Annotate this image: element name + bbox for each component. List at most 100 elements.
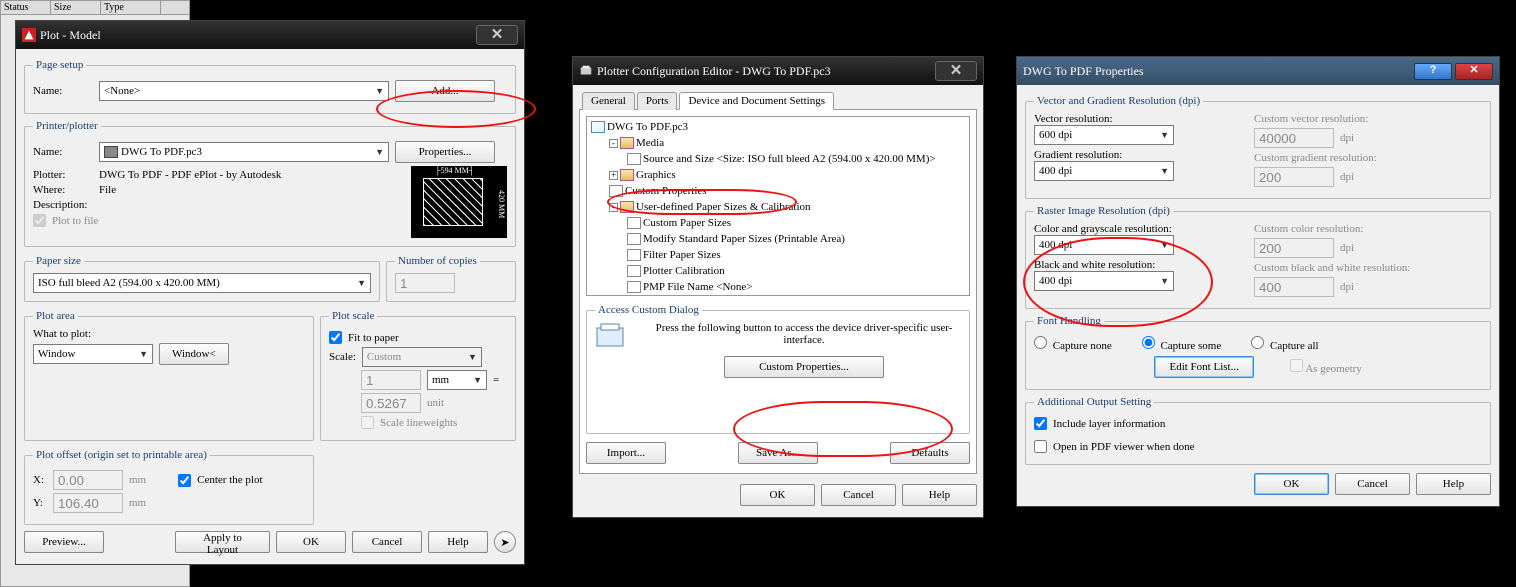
close-icon[interactable]: ✕ [476, 25, 518, 45]
custom-gradient-label: Custom gradient resolution: [1254, 152, 1482, 164]
plot-area-legend: Plot area [33, 310, 78, 322]
printer-name-label: Name: [33, 146, 93, 158]
bw-resolution-combo[interactable]: 400 dpi▼ [1034, 271, 1174, 291]
apply-to-layout-button[interactable]: Apply to Layout [175, 531, 270, 553]
edit-font-list-button[interactable]: Edit Font List... [1154, 356, 1254, 378]
leaf-icon [627, 153, 641, 165]
config-titlebar[interactable]: Plotter Configuration Editor - DWG To PD… [573, 57, 983, 85]
gradient-resolution-combo[interactable]: 400 dpi▼ [1034, 161, 1174, 181]
tab-ports[interactable]: Ports [637, 92, 678, 110]
paper-size-combo[interactable]: ISO full bleed A2 (594.00 x 420.00 MM)▼ [33, 273, 371, 293]
open-pdf-checkbox[interactable] [1034, 440, 1047, 453]
scale-label: Scale: [329, 351, 356, 363]
printer-properties-button[interactable]: Properties... [395, 141, 495, 163]
custom-bw-label: Custom black and white resolution: [1254, 262, 1482, 274]
what-to-plot-combo[interactable]: Window▼ [33, 344, 153, 364]
collapse-icon[interactable]: - [609, 203, 618, 212]
close-icon[interactable]: ✕ [935, 61, 977, 81]
color-resolution-label: Color and grayscale resolution: [1034, 223, 1234, 235]
preview-button[interactable]: Preview... [24, 531, 104, 553]
import-button[interactable]: Import... [586, 442, 666, 464]
include-layer-checkbox[interactable] [1034, 417, 1047, 430]
expand-icon[interactable]: + [609, 171, 618, 180]
color-resolution-combo[interactable]: 400 dpi▼ [1034, 235, 1174, 255]
folder-icon [620, 201, 634, 213]
leaf-icon [627, 233, 641, 245]
tree-custom-properties[interactable]: Custom Properties [625, 185, 707, 197]
printer-plotter-group: Printer/plotter Name: DWG To PDF.pc3▼ Pr… [24, 120, 516, 247]
window-pick-button[interactable]: Window< [159, 343, 229, 365]
dpi-unit: dpi [1340, 171, 1354, 183]
cancel-button[interactable]: Cancel [1335, 473, 1410, 495]
col-status: Status [1, 1, 51, 14]
ri-legend: Raster Image Resolution (dpi) [1034, 205, 1173, 217]
settings-tree[interactable]: DWG To PDF.pc3 - Media Source and Size <S… [586, 116, 970, 296]
custom-properties-button[interactable]: Custom Properties... [724, 356, 884, 378]
plot-area-group: Plot area What to plot: Window▼ Window< [24, 310, 314, 441]
tree-root[interactable]: DWG To PDF.pc3 [607, 121, 688, 133]
help-button[interactable]: Help [902, 484, 977, 506]
leaf-icon [609, 185, 623, 197]
tree-custom-sizes[interactable]: Custom Paper Sizes [643, 217, 731, 229]
ok-button[interactable]: OK [276, 531, 346, 553]
add-button[interactable]: Add... [395, 80, 495, 102]
collapse-icon[interactable]: - [609, 139, 618, 148]
scale-numerator-input [361, 370, 421, 390]
vector-resolution-combo[interactable]: 600 dpi▼ [1034, 125, 1174, 145]
leaf-icon [627, 249, 641, 261]
printer-icon [579, 64, 593, 78]
custom-vector-label: Custom vector resolution: [1254, 113, 1482, 125]
help-button[interactable]: Help [1416, 473, 1491, 495]
capture-some-radio[interactable]: Capture some [1142, 336, 1222, 352]
access-legend: Access Custom Dialog [595, 304, 702, 316]
leaf-icon [627, 265, 641, 277]
close-icon[interactable]: ✕ [1455, 63, 1493, 80]
tree-media[interactable]: Media [636, 137, 664, 149]
tree-calibration[interactable]: Plotter Calibration [643, 265, 725, 277]
save-as-button[interactable]: Save As... [738, 442, 818, 464]
ok-button[interactable]: OK [1254, 473, 1329, 495]
help-icon[interactable]: ? [1414, 63, 1452, 80]
help-button[interactable]: Help [428, 531, 488, 553]
col-type: Type [101, 1, 161, 14]
scale-lineweights-checkbox [361, 416, 374, 429]
page-setup-name-label: Name: [33, 85, 93, 97]
app-icon [22, 28, 36, 42]
tree-pmp-file[interactable]: PMP File Name <None> [643, 281, 752, 293]
tab-device-settings[interactable]: Device and Document Settings [679, 92, 834, 110]
expand-arrow-button[interactable]: ➤ [494, 531, 516, 553]
cancel-button[interactable]: Cancel [352, 531, 422, 553]
x-unit: mm [129, 474, 146, 486]
tree-filter-sizes[interactable]: Filter Paper Sizes [643, 249, 721, 261]
ok-button[interactable]: OK [740, 484, 815, 506]
capture-none-radio[interactable]: Capture none [1034, 336, 1112, 352]
tree-userdef-sizes[interactable]: User-defined Paper Sizes & Calibration [636, 201, 811, 213]
bw-resolution-label: Black and white resolution: [1034, 259, 1234, 271]
tab-general[interactable]: General [582, 92, 635, 110]
defaults-button[interactable]: Defaults [890, 442, 970, 464]
tree-modify-sizes[interactable]: Modify Standard Paper Sizes (Printable A… [643, 233, 845, 245]
folder-icon [620, 137, 634, 149]
plot-titlebar[interactable]: Plot - Model ✕ [16, 21, 524, 49]
printer-icon [104, 146, 118, 158]
scale-unit-combo[interactable]: mm▼ [427, 370, 487, 390]
printer-name-combo[interactable]: DWG To PDF.pc3▼ [99, 142, 389, 162]
access-text: Press the following button to access the… [647, 322, 961, 346]
additional-output-group: Additional Output Setting Include layer … [1025, 396, 1491, 465]
vector-gradient-group: Vector and Gradient Resolution (dpi) Vec… [1025, 95, 1491, 199]
chevron-down-icon: ▼ [357, 278, 366, 288]
props-titlebar[interactable]: DWG To PDF Properties ? ✕ [1017, 57, 1499, 85]
printer-dialog-icon [595, 322, 629, 356]
cancel-button[interactable]: Cancel [821, 484, 896, 506]
tree-source-size[interactable]: Source and Size <Size: ISO full bleed A2… [643, 153, 936, 165]
page-setup-name-combo[interactable]: <None>▼ [99, 81, 389, 101]
fit-to-paper-checkbox[interactable] [329, 331, 342, 344]
capture-all-radio[interactable]: Capture all [1251, 336, 1318, 352]
plot-title: Plot - Model [40, 28, 476, 43]
y-label: Y: [33, 497, 47, 509]
tree-graphics[interactable]: Graphics [636, 169, 676, 181]
plot-scale-legend: Plot scale [329, 310, 377, 322]
center-plot-checkbox[interactable] [178, 474, 191, 487]
access-custom-group: Access Custom Dialog Press the following… [586, 304, 970, 434]
center-plot-label: Center the plot [197, 474, 262, 486]
